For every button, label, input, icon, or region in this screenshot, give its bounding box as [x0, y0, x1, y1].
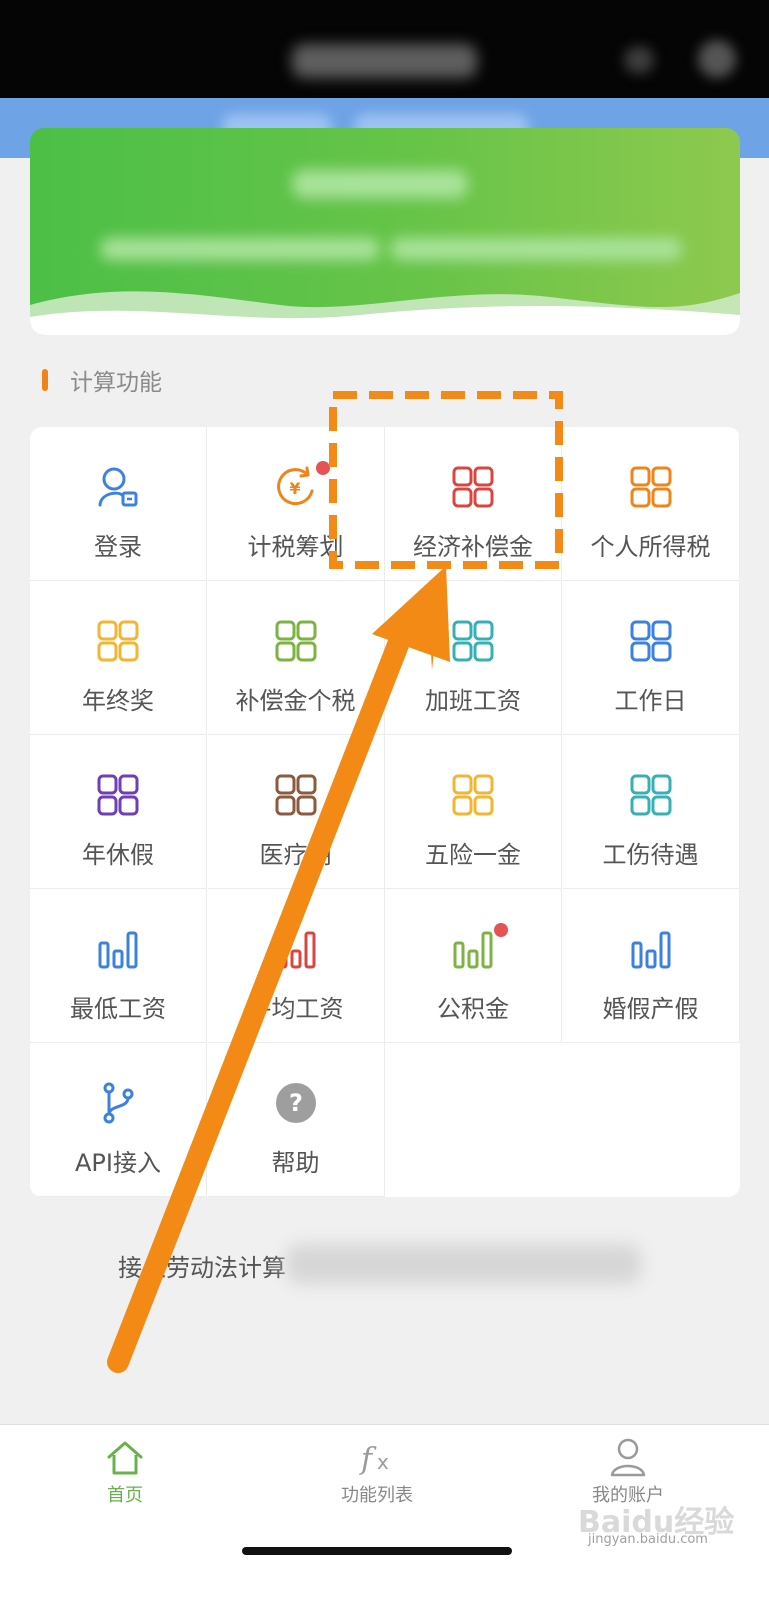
home-icon: [107, 1441, 143, 1475]
section-title: 计算功能: [70, 370, 162, 396]
bar-chart-icon: [453, 931, 493, 969]
user-account-icon: [610, 1438, 646, 1477]
notification-badge: [316, 461, 331, 475]
tab-function-list[interactable]: f x 功能列表: [287, 1425, 467, 1515]
grid-item-label: 平均工资: [247, 995, 344, 1023]
grid-item-label: 个人所得税: [590, 533, 711, 561]
blurred-banner-text: [100, 238, 380, 260]
grid-item-label: 年终奖: [82, 687, 154, 715]
grid-apps-icon: [452, 620, 494, 662]
grid-item[interactable]: 五险一金: [385, 735, 562, 889]
watermark-url: jingyan.baidu.com: [588, 1532, 708, 1547]
grid-apps-icon: [630, 620, 671, 662]
wave-decoration: [30, 291, 740, 335]
svg-text:f: f: [359, 1442, 377, 1477]
grid-item-label: 工作日: [614, 687, 687, 715]
grid-item[interactable]: ¥ 计税筹划: [207, 427, 385, 581]
grid-apps-icon: [452, 774, 494, 816]
grid-item[interactable]: 公积金: [385, 889, 562, 1043]
grid-item[interactable]: 经济补偿金: [385, 427, 562, 581]
svg-text:¥: ¥: [289, 479, 300, 498]
status-title-bar: [0, 0, 769, 98]
grid-item[interactable]: 年终奖: [30, 581, 207, 735]
grid-item-label: 计税筹划: [247, 533, 344, 561]
grid-item-label: 登录: [94, 533, 142, 561]
grid-item-label: 补偿金个税: [235, 687, 356, 715]
blurred-footer-text: [286, 1244, 641, 1284]
user-login-icon: [98, 467, 138, 507]
bar-chart-icon: [276, 931, 315, 969]
blurred-banner-text: [390, 238, 682, 260]
grid-item[interactable]: 登录: [30, 427, 207, 581]
grid-apps-icon: [275, 620, 316, 662]
grid-item[interactable]: 工作日: [562, 581, 740, 735]
grid-item-label: 医疗期: [259, 841, 332, 869]
yuan-cycle-icon: ¥: [276, 466, 313, 506]
grid-item[interactable]: 医疗期: [207, 735, 385, 889]
grid-item-label: 帮助: [271, 1149, 320, 1177]
tab-label: 功能列表: [341, 1485, 413, 1506]
grid-item-label: API接入: [75, 1149, 161, 1177]
footer-text[interactable]: 接入劳动法计算: [118, 1248, 286, 1283]
grid-item[interactable]: 婚假产假: [562, 889, 740, 1043]
grid-item[interactable]: 最低工资: [30, 889, 207, 1043]
notification-badge: [493, 923, 508, 937]
grid-item[interactable]: 年休假: [30, 735, 207, 889]
grid-item-label: 婚假产假: [602, 995, 699, 1023]
home-indicator: [242, 1547, 512, 1555]
grid-item[interactable]: 个人所得税: [562, 427, 740, 581]
branch-icon: [103, 1082, 134, 1124]
blurred-menu-icon[interactable]: [624, 46, 654, 74]
grid-item[interactable]: 补偿金个税: [207, 581, 385, 735]
tab-home[interactable]: 首页: [35, 1425, 215, 1515]
section-accent-bar: [42, 369, 48, 391]
grid-item-label: 加班工资: [425, 687, 521, 715]
grid-item[interactable]: 工伤待遇: [562, 735, 740, 889]
section-header: 计算功能: [42, 364, 162, 396]
blurred-title: [292, 44, 477, 78]
banner: [30, 128, 740, 335]
question-circle-icon: ?: [275, 1083, 316, 1123]
grid-item[interactable]: API接入: [30, 1043, 207, 1197]
grid-item-label: 最低工资: [70, 995, 166, 1023]
grid-apps-icon: [97, 774, 139, 816]
grid-item[interactable]: 平均工资: [207, 889, 385, 1043]
grid-apps-icon: [452, 466, 494, 508]
bar-chart-icon: [631, 931, 670, 969]
grid-item[interactable]: 加班工资: [385, 581, 562, 735]
grid-item-label: 年休假: [82, 841, 154, 869]
grid-apps-icon: [630, 774, 671, 816]
grid-apps-icon: [275, 774, 316, 816]
function-fx-icon: f x: [359, 1442, 389, 1477]
tab-label: 首页: [107, 1485, 143, 1506]
grid-apps-icon: [97, 620, 139, 662]
grid-item[interactable]: ? 帮助: [207, 1043, 385, 1197]
svg-text:?: ?: [289, 1089, 303, 1117]
blurred-banner-title: [292, 170, 468, 198]
blurred-close-icon[interactable]: [698, 40, 736, 78]
grid-item-label: 公积金: [437, 995, 509, 1023]
function-grid: 登录 ¥ 计税筹划 经济补偿金 个人所得税年终奖 补偿金个税 加班工资 工作日年休假 医疗期 五…: [30, 427, 740, 1197]
svg-text:x: x: [377, 1450, 389, 1474]
grid-item-label: 工伤待遇: [602, 841, 699, 869]
bar-chart-icon: [98, 931, 138, 969]
grid-item-label: 五险一金: [425, 841, 521, 869]
grid-apps-icon: [630, 466, 671, 508]
grid-item-label: 经济补偿金: [413, 533, 533, 561]
